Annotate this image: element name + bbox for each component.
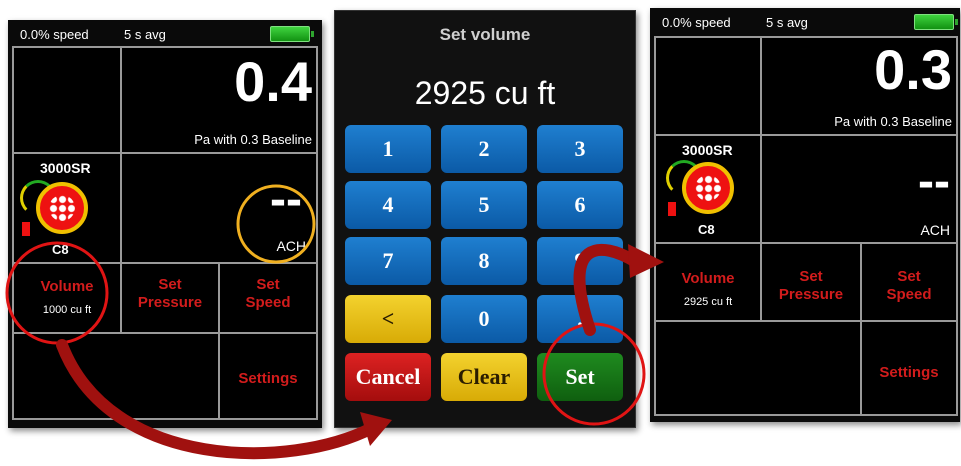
blank-cell	[12, 46, 122, 154]
volume-label: Volume	[681, 270, 735, 287]
pressure-value: 0.3	[874, 38, 952, 101]
ach-cell: -- ACH	[120, 152, 318, 264]
battery-icon	[914, 14, 958, 30]
status-bar: 0.0% speed 5 s avg	[650, 8, 960, 30]
pressure-cell: 0.3 Pa with 0.3 Baseline	[760, 36, 958, 136]
key-1[interactable]: 1	[345, 125, 431, 173]
settings-label: Settings	[879, 364, 939, 381]
key-7[interactable]: 7	[345, 237, 431, 285]
screen-after: 0.0% speed 5 s avg 0.3 Pa with 0.3 Basel…	[650, 8, 960, 422]
set-speed-button[interactable]: Set Speed	[860, 242, 958, 322]
flow-ring-label: C8	[698, 222, 715, 237]
key-6[interactable]: 6	[537, 181, 623, 229]
settings-label: Settings	[238, 370, 298, 387]
volume-label: Volume	[40, 278, 94, 295]
key-9[interactable]: 9	[537, 237, 623, 285]
fan-model-label: 3000SR	[682, 142, 733, 158]
cancel-button[interactable]: Cancel	[345, 353, 431, 401]
set-speed-label-line2: Speed	[886, 286, 932, 303]
fan-cell[interactable]: 3000SR C8	[12, 152, 122, 264]
set-speed-label-line1: Set	[256, 276, 280, 293]
set-pressure-button[interactable]: Set Pressure	[760, 242, 862, 322]
speed-readout: 0.0% speed	[662, 15, 731, 30]
blank-cell	[654, 36, 762, 136]
fan-cell[interactable]: 3000SR C8	[654, 134, 762, 244]
fan-model-label: 3000SR	[40, 160, 91, 176]
decimal-key[interactable]: .	[537, 295, 623, 343]
set-speed-button[interactable]: Set Speed	[218, 262, 318, 334]
blank-bottom-cell	[654, 320, 862, 416]
volume-button[interactable]: Volume 2925 cu ft	[654, 242, 762, 322]
set-pressure-label-line1: Set	[158, 276, 182, 293]
ach-cell: -- ACH	[760, 134, 958, 244]
set-speed-label-line2: Speed	[245, 294, 291, 311]
volume-value: 1000 cu ft	[42, 304, 92, 316]
baseline-label: Pa with 0.3 Baseline	[834, 114, 952, 129]
screen-before: 0.0% speed 5 s avg 0.4 Pa with 0.3 Basel…	[8, 20, 322, 428]
ach-label: ACH	[276, 238, 306, 254]
settings-button[interactable]: Settings	[860, 320, 958, 416]
volume-button[interactable]: Volume 1000 cu ft	[12, 262, 122, 334]
baseline-label: Pa with 0.3 Baseline	[194, 132, 312, 147]
ach-value: --	[270, 173, 302, 226]
set-pressure-button[interactable]: Set Pressure	[120, 262, 220, 334]
blank-bottom-cell	[12, 332, 220, 420]
speed-readout: 0.0% speed	[20, 27, 89, 42]
flow-ring-label: C8	[52, 242, 69, 257]
ach-value: --	[918, 155, 950, 208]
settings-button[interactable]: Settings	[218, 332, 318, 420]
set-pressure-label-line1: Set	[799, 268, 823, 285]
backspace-key[interactable]: <	[345, 295, 431, 343]
volume-keypad-screen: Set volume 2925 cu ft 1 2 3 4 5 6 7 8 9 …	[334, 10, 636, 428]
set-button[interactable]: Set	[537, 353, 623, 401]
status-bar: 0.0% speed 5 s avg	[8, 20, 322, 42]
averaging-readout: 5 s avg	[766, 15, 808, 30]
ach-label: ACH	[920, 222, 950, 238]
battery-icon	[270, 26, 314, 42]
key-3[interactable]: 3	[537, 125, 623, 173]
averaging-readout: 5 s avg	[124, 27, 166, 42]
keypad-title: Set volume	[439, 25, 531, 44]
clear-button[interactable]: Clear	[441, 353, 527, 401]
key-5[interactable]: 5	[441, 181, 527, 229]
pressure-cell: 0.4 Pa with 0.3 Baseline	[120, 46, 318, 154]
pressure-value: 0.4	[234, 50, 312, 113]
volume-value: 2925 cu ft	[683, 296, 733, 308]
key-8[interactable]: 8	[441, 237, 527, 285]
keypad-display: 2925 cu ft	[414, 75, 556, 111]
set-speed-label-line1: Set	[897, 268, 921, 285]
set-pressure-label-line2: Pressure	[778, 286, 844, 303]
key-2[interactable]: 2	[441, 125, 527, 173]
key-4[interactable]: 4	[345, 181, 431, 229]
set-pressure-label-line2: Pressure	[137, 294, 203, 311]
key-0[interactable]: 0	[441, 295, 527, 343]
